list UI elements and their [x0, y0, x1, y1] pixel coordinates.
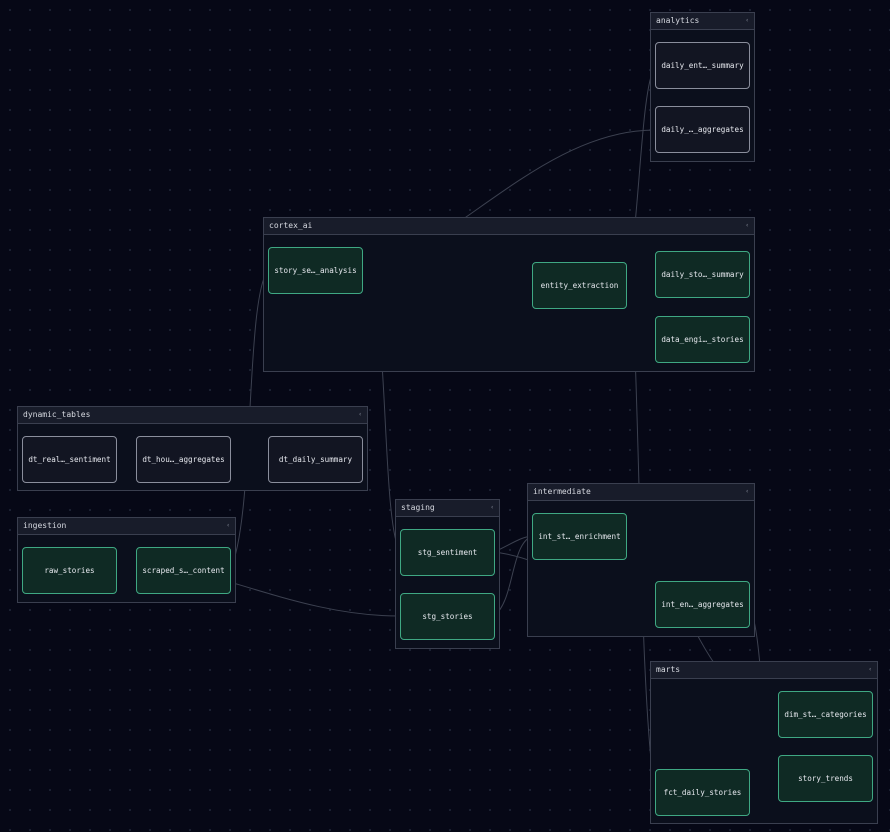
node-story-trends[interactable]: story_trends — [778, 755, 873, 802]
collapse-icon[interactable]: ‹ — [490, 500, 494, 516]
collapse-icon[interactable]: ‹ — [358, 407, 362, 423]
node-int-story-enrichment[interactable]: int_st…_enrichment — [532, 513, 627, 560]
node-daily-aggregates[interactable]: daily_…_aggregates — [655, 106, 750, 153]
node-stg-stories[interactable]: stg_stories — [400, 593, 495, 640]
group-header[interactable]: intermediate ‹ — [528, 484, 754, 501]
node-int-entity-aggregates[interactable]: int_en…_aggregates — [655, 581, 750, 628]
node-raw-stories[interactable]: raw_stories — [22, 547, 117, 594]
node-stg-sentiment[interactable]: stg_sentiment — [400, 529, 495, 576]
node-dt-hourly-aggregates[interactable]: dt_hou…_aggregates — [136, 436, 231, 483]
group-title: ingestion — [23, 521, 67, 530]
collapse-icon[interactable]: ‹ — [745, 13, 749, 29]
node-dim-story-categories[interactable]: dim_st…_categories — [778, 691, 873, 738]
node-entity-extraction[interactable]: entity_extraction — [532, 262, 627, 309]
node-scraped-story-content[interactable]: scraped_s…_content — [136, 547, 231, 594]
group-title: staging — [401, 503, 435, 512]
node-story-sentiment-analysis[interactable]: story_se…_analysis — [268, 247, 363, 294]
group-title: dynamic_tables — [23, 410, 91, 419]
node-data-engineering-stories[interactable]: data_engi…_stories — [655, 316, 750, 363]
group-header[interactable]: ingestion ‹ — [18, 518, 235, 535]
collapse-icon[interactable]: ‹ — [745, 218, 749, 234]
node-daily-entity-summary[interactable]: daily_ent…_summary — [655, 42, 750, 89]
lineage-canvas[interactable]: analytics ‹ daily_ent…_summary daily_…_a… — [0, 0, 890, 832]
node-daily-story-summary[interactable]: daily_sto…_summary — [655, 251, 750, 298]
group-header[interactable]: analytics ‹ — [651, 13, 754, 30]
collapse-icon[interactable]: ‹ — [745, 484, 749, 500]
group-title: cortex_ai — [269, 221, 313, 230]
group-header[interactable]: dynamic_tables ‹ — [18, 407, 367, 424]
collapse-icon[interactable]: ‹ — [226, 518, 230, 534]
edge — [229, 581, 401, 617]
group-title: intermediate — [533, 487, 591, 496]
group-header[interactable]: staging ‹ — [396, 500, 499, 517]
group-title: analytics — [656, 16, 700, 25]
node-dt-daily-summary[interactable]: dt_daily_summary — [268, 436, 363, 483]
group-header[interactable]: cortex_ai ‹ — [264, 218, 754, 235]
group-title: marts — [656, 665, 681, 674]
group-header[interactable]: marts ‹ — [651, 662, 877, 679]
collapse-icon[interactable]: ‹ — [868, 662, 872, 678]
node-fct-daily-stories[interactable]: fct_daily_stories — [655, 769, 750, 816]
node-dt-realtime-sentiment[interactable]: dt_real…_sentiment — [22, 436, 117, 483]
